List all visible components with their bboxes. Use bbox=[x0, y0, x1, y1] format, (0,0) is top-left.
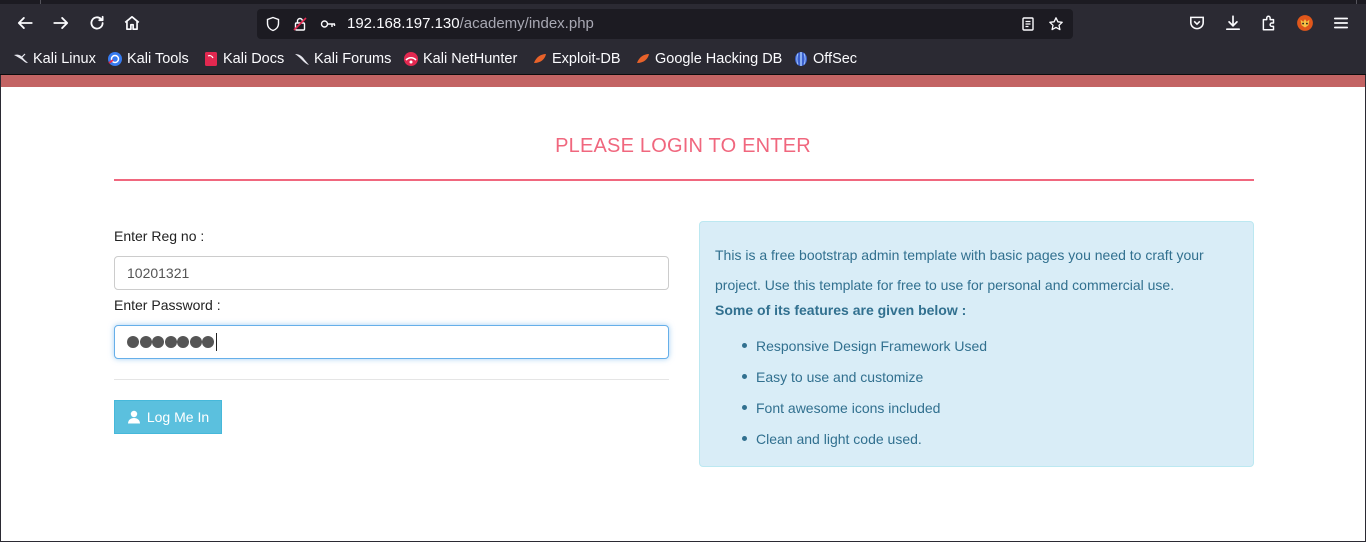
ghdb-icon bbox=[637, 54, 649, 63]
password-input[interactable] bbox=[114, 325, 669, 359]
url-path: /academy/index.php bbox=[459, 15, 594, 32]
exploit-db-icon bbox=[534, 54, 546, 63]
bookmark-star-icon[interactable] bbox=[1046, 14, 1066, 34]
list-item: Font awesome icons included bbox=[742, 392, 987, 423]
bookmark-kali-forums[interactable]: Kali Forums bbox=[294, 49, 391, 69]
password-dot bbox=[139, 336, 152, 348]
feature-text: Responsive Design Framework Used bbox=[756, 337, 988, 354]
bookmark-label: Kali Forums bbox=[314, 51, 392, 67]
url-bar[interactable]: 192.168.197.130/academy/index.php bbox=[257, 9, 1073, 39]
bullet-icon bbox=[742, 343, 747, 348]
puzzle-icon bbox=[1262, 15, 1275, 31]
user-icon bbox=[127, 410, 140, 424]
page-title: PLEASE LOGIN TO ENTER bbox=[555, 135, 811, 157]
bookmark-ghdb[interactable]: Google Hacking DB bbox=[635, 49, 782, 69]
list-item: Clean and light code used. bbox=[742, 423, 987, 454]
feature-text: Clean and light code used. bbox=[756, 430, 922, 447]
bookmark-label: Kali NetHunter bbox=[423, 51, 518, 67]
text-caret bbox=[215, 333, 217, 351]
downloads-button[interactable] bbox=[1220, 10, 1246, 36]
pocket-icon bbox=[1190, 16, 1204, 30]
bookmark-label: Kali Linux bbox=[33, 51, 96, 67]
kali-tools-icon bbox=[108, 52, 122, 66]
reg-no-label: Enter Reg no : bbox=[114, 228, 205, 244]
forward-button[interactable] bbox=[48, 10, 74, 36]
feature-text: Font awesome icons included bbox=[756, 399, 941, 416]
bookmarks-toolbar: Kali Linux Kali Tools Kali Docs Kali For… bbox=[0, 45, 1366, 73]
navigation-toolbar: 192.168.197.130/academy/index.php bbox=[0, 4, 1366, 42]
home-icon bbox=[124, 15, 140, 31]
fox-extension-icon bbox=[1297, 15, 1313, 31]
insecure-lock-icon[interactable] bbox=[290, 14, 310, 34]
browser-chrome: 192.168.197.130/academy/index.php Kali L… bbox=[0, 0, 1366, 80]
list-item: Easy to use and customize bbox=[742, 361, 987, 392]
extension-fox-button[interactable] bbox=[1292, 10, 1318, 36]
page-content: PLEASE LOGIN TO ENTER Enter Reg no : 102… bbox=[0, 75, 1366, 542]
bookmark-offsec[interactable]: OffSec bbox=[793, 49, 857, 69]
list-item: Responsive Design Framework Used bbox=[742, 330, 987, 361]
title-underline bbox=[114, 179, 1254, 181]
offsec-icon bbox=[795, 52, 807, 66]
password-label: Enter Password : bbox=[114, 297, 221, 313]
extensions-button[interactable] bbox=[1256, 10, 1282, 36]
login-button-label: Log Me In bbox=[146, 409, 210, 425]
bookmark-kali-nethunter[interactable]: Kali NetHunter bbox=[403, 49, 517, 69]
reader-view-icon[interactable] bbox=[1018, 14, 1038, 34]
back-arrow-icon bbox=[17, 17, 33, 29]
reg-no-input[interactable]: 10201321 bbox=[114, 256, 669, 290]
bookmark-exploit-db[interactable]: Exploit-DB bbox=[532, 49, 621, 69]
password-mask bbox=[127, 336, 215, 348]
bookmark-label: Exploit-DB bbox=[552, 51, 621, 67]
bullet-icon bbox=[742, 405, 747, 410]
password-dot bbox=[127, 336, 139, 348]
bullet-icon bbox=[742, 374, 747, 379]
forward-arrow-icon bbox=[53, 17, 69, 29]
kali-dragon-icon bbox=[14, 53, 28, 63]
download-icon bbox=[1225, 15, 1241, 31]
features-heading: Some of its features are given below : bbox=[715, 302, 967, 318]
bookmark-kali-docs[interactable]: Kali Docs bbox=[203, 49, 284, 69]
app-menu-button[interactable] bbox=[1328, 10, 1354, 36]
reload-icon bbox=[90, 15, 104, 30]
hamburger-menu-icon bbox=[1333, 17, 1349, 29]
bookmark-kali-tools[interactable]: Kali Tools bbox=[107, 49, 189, 69]
info-panel: This is a free bootstrap admin template … bbox=[699, 221, 1254, 467]
tracking-shield-icon[interactable] bbox=[263, 14, 283, 34]
bookmark-label: Google Hacking DB bbox=[655, 51, 783, 67]
key-icon[interactable] bbox=[318, 14, 338, 34]
url-text[interactable]: 192.168.197.130/academy/index.php bbox=[347, 15, 594, 32]
features-list: Responsive Design Framework Used Easy to… bbox=[742, 330, 987, 454]
url-host: 192.168.197.130 bbox=[347, 15, 460, 32]
header-band bbox=[1, 75, 1365, 87]
bullet-icon bbox=[742, 436, 747, 441]
feature-text: Easy to use and customize bbox=[756, 368, 924, 385]
home-button[interactable] bbox=[119, 10, 145, 36]
bookmark-label: Kali Docs bbox=[223, 51, 285, 67]
kali-nethunter-icon bbox=[404, 52, 418, 66]
form-divider bbox=[114, 379, 669, 380]
bookmark-label: Kali Tools bbox=[127, 51, 189, 67]
password-dot bbox=[202, 336, 214, 348]
password-dot bbox=[164, 336, 177, 348]
bookmark-label: OffSec bbox=[813, 51, 858, 67]
info-description: This is a free bootstrap admin template … bbox=[715, 247, 1204, 293]
password-dot bbox=[152, 336, 164, 348]
back-button[interactable] bbox=[12, 10, 38, 36]
reload-button[interactable] bbox=[84, 10, 110, 36]
login-button[interactable]: Log Me In bbox=[114, 400, 222, 434]
kali-docs-icon bbox=[205, 52, 217, 66]
reg-no-value: 10201321 bbox=[127, 265, 190, 281]
password-dot bbox=[189, 336, 202, 348]
bookmark-kali-linux[interactable]: Kali Linux bbox=[13, 49, 96, 69]
kali-forums-icon bbox=[295, 54, 309, 65]
password-dot bbox=[177, 336, 189, 348]
pocket-button[interactable] bbox=[1184, 10, 1210, 36]
